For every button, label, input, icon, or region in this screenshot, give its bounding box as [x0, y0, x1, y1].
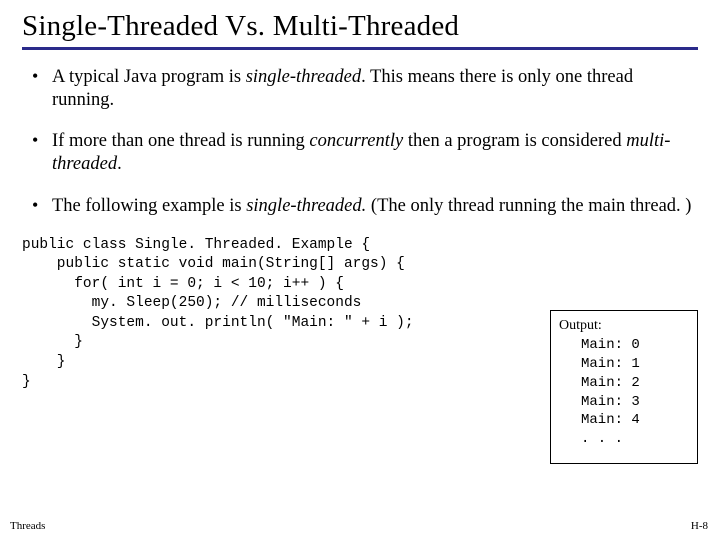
bullet-text-mid: then a program is considered [403, 131, 626, 151]
output-line: Main: 2 [559, 374, 689, 393]
slide-title: Single-Threaded Vs. Multi-Threaded [22, 10, 698, 50]
output-label: Output: [559, 317, 689, 336]
footer-right: H-8 [691, 520, 708, 532]
output-box: Output: Main: 0 Main: 1 Main: 2 Main: 3 … [550, 310, 698, 464]
bullet-text-post: (The only thread running the main thread… [366, 196, 691, 216]
output-line: Main: 1 [559, 355, 689, 374]
slide: Single-Threaded Vs. Multi-Threaded A typ… [0, 0, 720, 540]
bullet-text-em: single-threaded. [246, 196, 366, 216]
output-line: Main: 4 [559, 411, 689, 430]
bullet-item: If more than one thread is running concu… [28, 130, 698, 176]
bullet-text-pre: A typical Java program is [52, 67, 246, 87]
bullet-item: A typical Java program is single-threade… [28, 66, 698, 112]
bullet-list: A typical Java program is single-threade… [28, 66, 698, 218]
bullet-text-em: single-threaded [246, 67, 361, 87]
bullet-text-pre: If more than one thread is running [52, 131, 309, 151]
bullet-text-post: . [117, 154, 122, 174]
output-line: Main: 0 [559, 336, 689, 355]
bullet-text-pre: The following example is [52, 196, 246, 216]
output-line: Main: 3 [559, 393, 689, 412]
output-line: . . . [559, 430, 689, 449]
footer-left: Threads [10, 520, 45, 532]
bullet-item: The following example is single-threaded… [28, 195, 698, 218]
bullet-text-em: concurrently [309, 131, 403, 151]
